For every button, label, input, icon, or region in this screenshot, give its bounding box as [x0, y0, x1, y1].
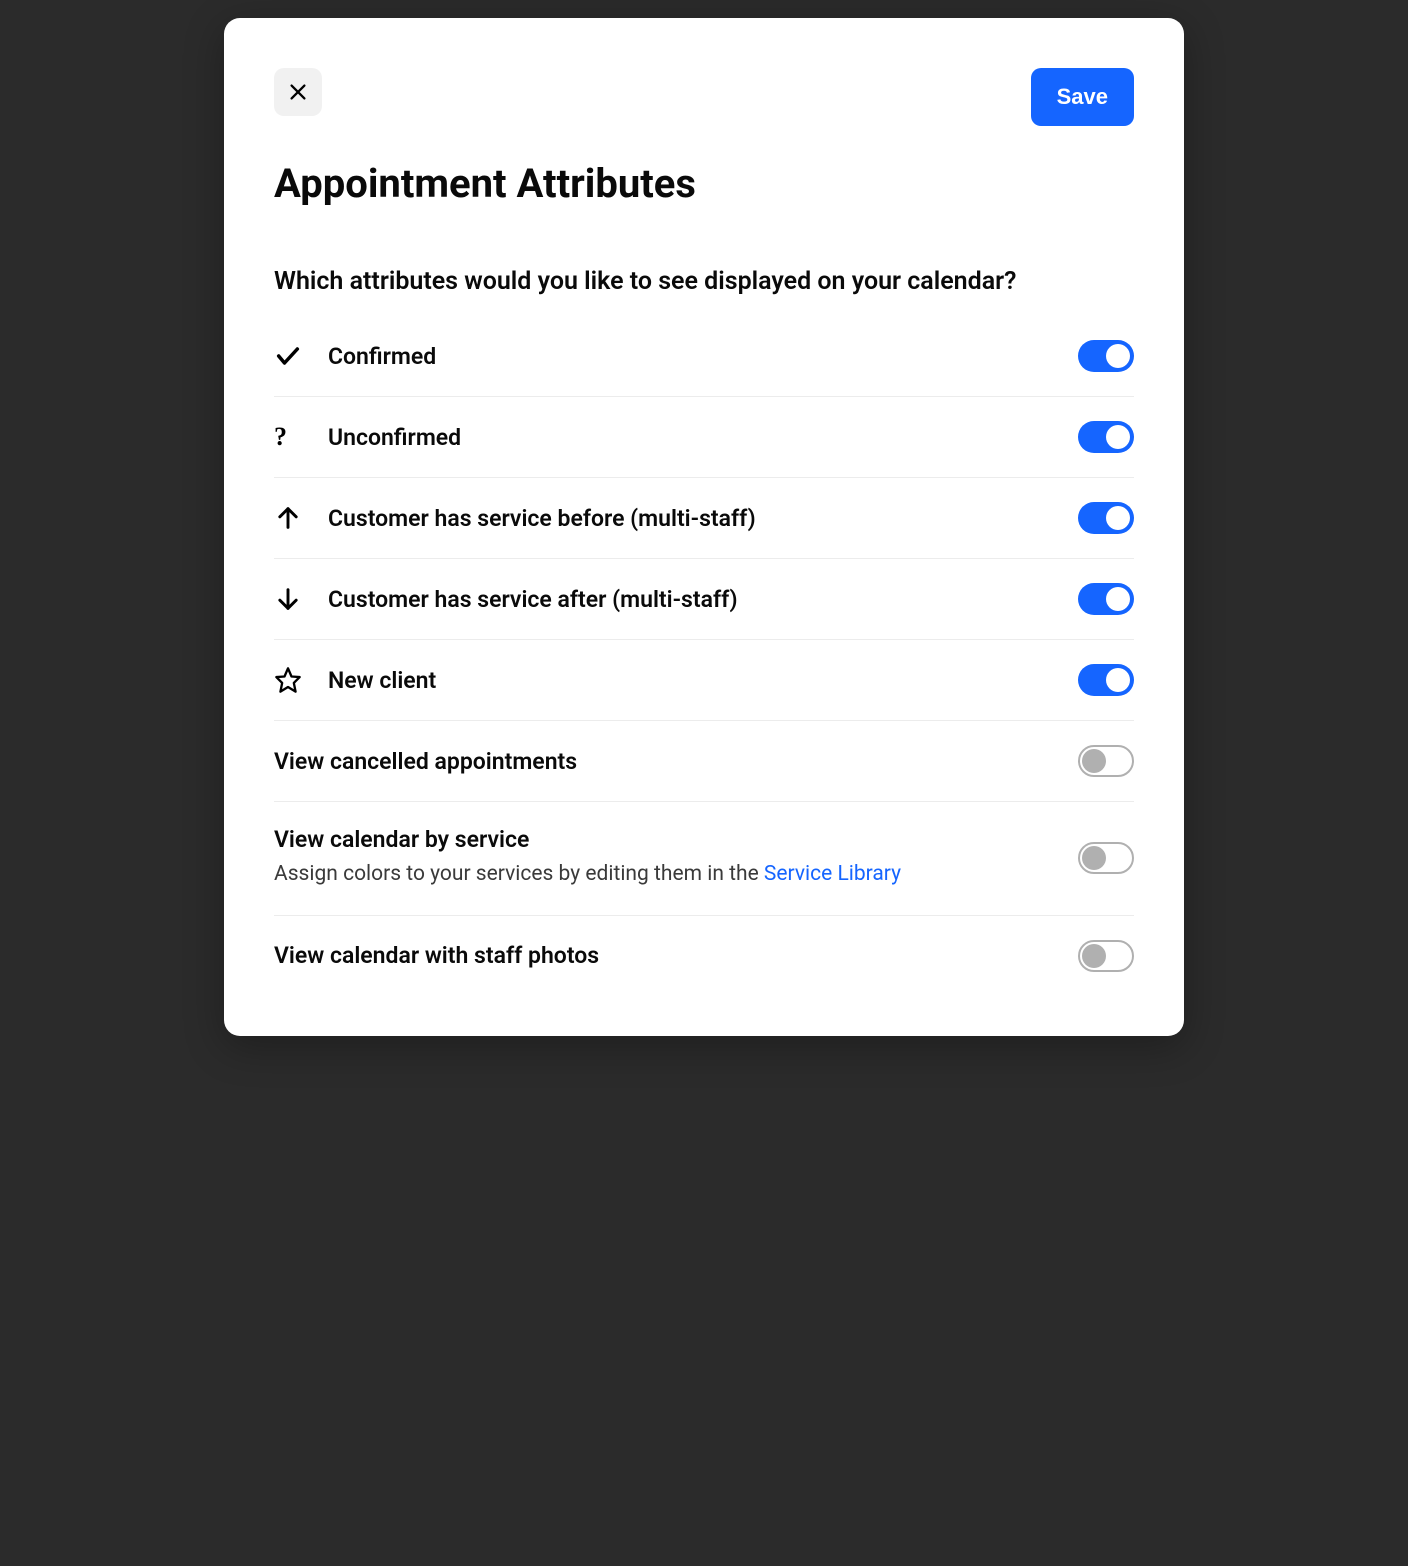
close-icon — [287, 81, 309, 103]
toggle-by-service[interactable] — [1078, 842, 1134, 874]
attribute-row-service-before: Customer has service before (multi-staff… — [274, 478, 1134, 559]
modal-title: Appointment Attributes — [274, 160, 1134, 207]
attribute-row-confirmed: Confirmed — [274, 316, 1134, 397]
option-desc-text: Assign colors to your services by editin… — [274, 862, 764, 886]
toggle-unconfirmed[interactable] — [1078, 421, 1134, 453]
option-label: View cancelled appointments — [274, 748, 1078, 775]
toggle-service-before[interactable] — [1078, 502, 1134, 534]
attribute-row-unconfirmed: ? Unconfirmed — [274, 397, 1134, 478]
toggle-service-after[interactable] — [1078, 583, 1134, 615]
attribute-label: Unconfirmed — [328, 424, 1078, 451]
option-label: View calendar with staff photos — [274, 942, 1078, 969]
appointment-attributes-modal: Save Appointment Attributes Which attrib… — [224, 18, 1184, 1036]
option-row-by-service: View calendar by service Assign colors t… — [274, 802, 1134, 916]
check-icon — [274, 342, 314, 370]
save-button[interactable]: Save — [1031, 68, 1134, 126]
attribute-label: Customer has service after (multi-staff) — [328, 586, 1078, 613]
star-icon — [274, 666, 314, 694]
toggle-staff-photos[interactable] — [1078, 940, 1134, 972]
attributes-list: Confirmed ? Unconfirmed Customer has ser… — [274, 316, 1134, 996]
toggle-cancelled[interactable] — [1078, 745, 1134, 777]
toggle-confirmed[interactable] — [1078, 340, 1134, 372]
modal-subtitle: Which attributes would you like to see d… — [274, 267, 1134, 296]
attribute-row-new-client: New client — [274, 640, 1134, 721]
arrow-up-icon — [274, 504, 314, 532]
option-label: View calendar by service — [274, 826, 1078, 853]
arrow-down-icon — [274, 585, 314, 613]
toggle-new-client[interactable] — [1078, 664, 1134, 696]
attribute-label: Customer has service before (multi-staff… — [328, 505, 1078, 532]
close-button[interactable] — [274, 68, 322, 116]
service-library-link[interactable]: Service Library — [764, 862, 901, 886]
attribute-label: Confirmed — [328, 343, 1078, 370]
modal-header: Save — [274, 68, 1134, 126]
attribute-row-service-after: Customer has service after (multi-staff) — [274, 559, 1134, 640]
option-description: Assign colors to your services by editin… — [274, 859, 1078, 891]
attribute-label: New client — [328, 667, 1078, 694]
option-row-cancelled: View cancelled appointments — [274, 721, 1134, 802]
option-row-staff-photos: View calendar with staff photos — [274, 916, 1134, 996]
question-icon: ? — [274, 422, 314, 452]
